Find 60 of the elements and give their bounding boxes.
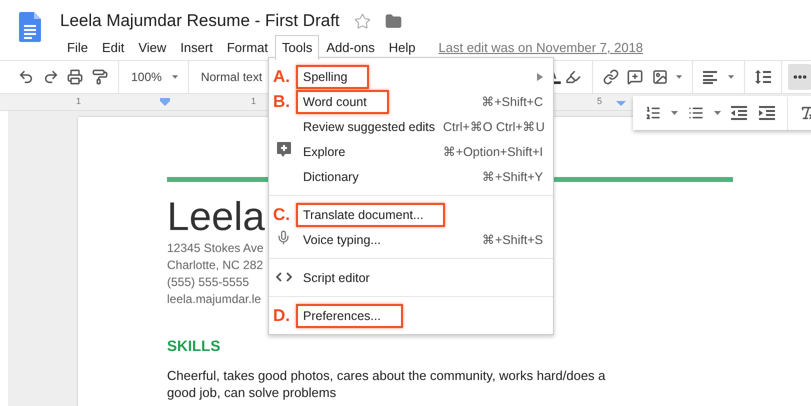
menu-item[interactable]: Translate document... xyxy=(296,202,446,226)
caret-icon[interactable] xyxy=(172,75,178,79)
star-icon[interactable] xyxy=(354,12,371,30)
add-comment-icon xyxy=(277,142,291,156)
highlighter-icon[interactable] xyxy=(565,69,582,85)
resume-name: Leela xyxy=(167,194,265,240)
contact-line: Charlotte, NC 282 xyxy=(167,257,264,274)
menu-item[interactable]: Preferences... xyxy=(296,304,403,328)
menu-item[interactable]: Spelling xyxy=(296,64,370,88)
shortcut-text: ⌘+Option+Shift+I xyxy=(442,144,543,159)
undo-icon[interactable] xyxy=(18,69,34,85)
shortcut-text: ⌘+Shift+S xyxy=(482,232,543,247)
redo-icon[interactable] xyxy=(42,69,59,85)
annotation-letter: B. xyxy=(273,92,290,110)
menu-item[interactable]: Script editor xyxy=(296,266,378,290)
style-select[interactable]: Normal text xyxy=(194,70,262,84)
shortcut-text: ⌘+Shift+C xyxy=(481,94,543,109)
annotation-letter: A. xyxy=(273,66,290,86)
shortcut-text: Ctrl+⌘O Ctrl+⌘U xyxy=(443,119,545,134)
contact-line: leela.majumdar.le xyxy=(167,291,262,308)
submenu-arrow-icon xyxy=(537,72,543,80)
zoom-select[interactable]: 100% xyxy=(125,70,168,84)
code-icon xyxy=(276,272,292,282)
menu-item[interactable]: Review suggested edits xyxy=(296,114,444,138)
docs-logo-icon[interactable] xyxy=(19,12,41,42)
contact-line: 12345 Stokes Ave xyxy=(167,240,264,257)
align-left-icon[interactable] xyxy=(703,70,720,84)
menu-bar-item[interactable]: Tools xyxy=(275,35,320,60)
menu-item[interactable]: Voice typing... xyxy=(296,228,389,252)
skills-paragraph: Cheerful, takes good photos, cares about the community, works hard/does a good job, can solve problems xyxy=(167,367,606,401)
menu-item[interactable]: Dictionary xyxy=(296,164,367,188)
decrease-indent-icon[interactable] xyxy=(731,106,747,120)
section-heading: SKILLS xyxy=(167,338,220,355)
last-edit-link[interactable]: Last edit was on November 7, 2018 xyxy=(438,36,644,60)
caret-icon[interactable] xyxy=(728,75,734,79)
ruler-number: 1 xyxy=(76,96,82,106)
caret-icon[interactable] xyxy=(676,75,682,79)
indent-marker-icon[interactable] xyxy=(160,98,170,106)
image-icon[interactable] xyxy=(652,69,668,85)
contact-line: (555) 555-5555 xyxy=(167,274,250,291)
microphone-icon xyxy=(276,230,291,244)
add-comment-icon[interactable] xyxy=(627,69,644,85)
ruler-number: 1 xyxy=(251,96,256,106)
increase-indent-icon[interactable] xyxy=(759,106,775,120)
paint-format-icon[interactable] xyxy=(92,69,108,85)
annotation-letter: C. xyxy=(273,204,290,224)
document-title[interactable]: Leela Majumdar Resume - First Draft xyxy=(60,11,340,31)
more-button[interactable] xyxy=(788,64,811,90)
ruler-number: 5 xyxy=(597,96,602,106)
print-icon[interactable] xyxy=(67,69,84,85)
shortcut-text: ⌘+Shift+Y xyxy=(482,169,543,184)
line-spacing-icon[interactable] xyxy=(754,70,771,84)
menu-item[interactable]: Word count xyxy=(296,90,389,114)
folder-icon[interactable] xyxy=(384,12,402,30)
bulleted-list-icon[interactable] xyxy=(688,105,704,121)
menu-item[interactable]: Explore xyxy=(296,140,354,164)
annotation-letter: D. xyxy=(273,306,290,324)
indent-marker-icon[interactable] xyxy=(616,98,626,106)
numbered-list-icon[interactable] xyxy=(645,105,661,121)
link-icon[interactable] xyxy=(602,69,619,85)
